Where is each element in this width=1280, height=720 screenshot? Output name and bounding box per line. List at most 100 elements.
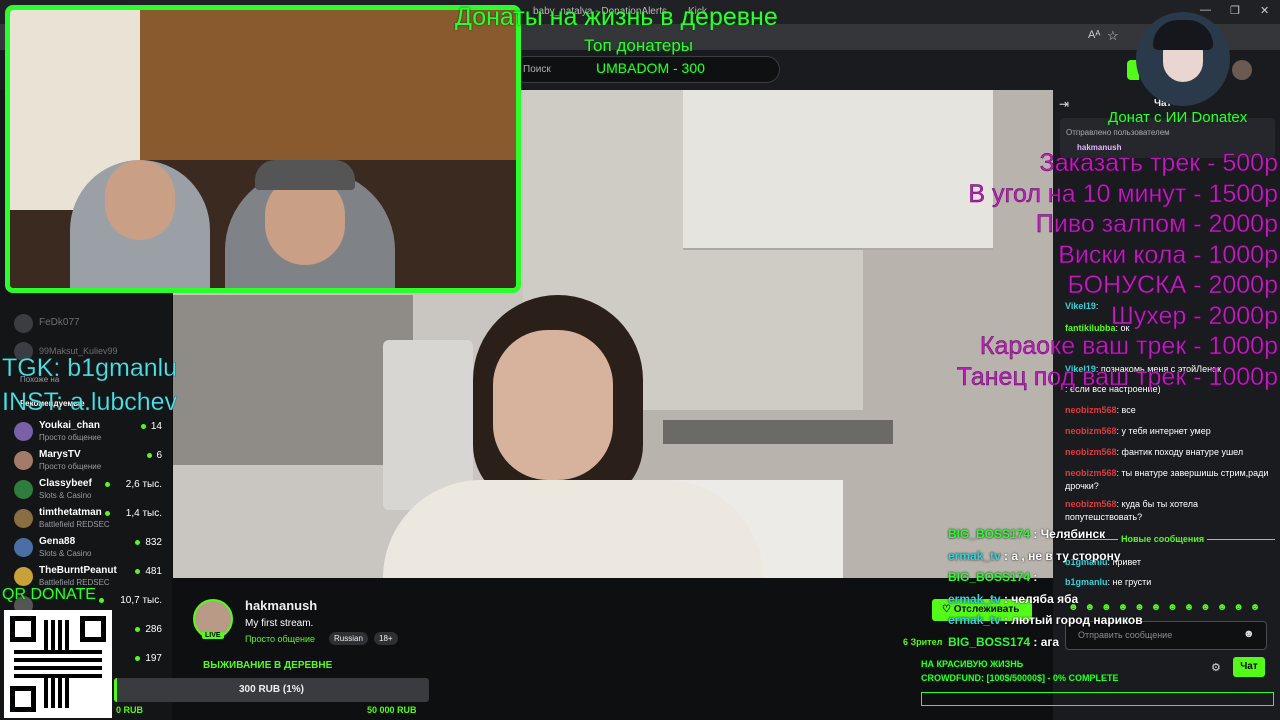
sidebar-viewer-count: 6 xyxy=(156,450,162,461)
banner-title: Донаты на жизнь в деревне xyxy=(455,3,778,31)
overlay-chat-user: BIG_BOSS174 xyxy=(948,570,1031,584)
viewer-count: 6 Зрител xyxy=(903,637,943,647)
crowdfund-title: НА КРАСИВУЮ ЖИЗНЬ xyxy=(921,659,1024,669)
send-chat-button[interactable]: Чат xyxy=(1233,657,1265,677)
sidebar-channel-category: Просто общение xyxy=(39,462,102,471)
overlay-chat-user: ermak_tv xyxy=(948,613,1001,627)
chat-username[interactable]: neobizm568 xyxy=(1065,499,1117,509)
price-menu-item: Караоке ваш трек - 1000р xyxy=(979,332,1278,360)
sidebar-channel-name: Youkai_chan xyxy=(39,420,100,431)
tag-language[interactable]: Russian xyxy=(329,632,368,645)
live-dot-icon xyxy=(99,598,104,603)
chat-message: neobizm568: куда бы ты хотела попутешств… xyxy=(1065,499,1198,522)
sidebar-viewer-count: 2,6 тыс. xyxy=(125,479,162,490)
price-menu-item: Заказать трек - 500р xyxy=(1039,149,1278,177)
overlay-chat-message: BIG_BOSS174 : Челябинск xyxy=(948,527,1106,541)
qr-label: QR DONATE xyxy=(2,586,96,603)
avatar xyxy=(14,509,33,528)
chat-username[interactable]: neobizm568 xyxy=(1065,468,1117,478)
live-dot-icon xyxy=(105,511,110,516)
goal-current: 300 RUB (1%) xyxy=(238,684,305,695)
live-dot-icon xyxy=(105,482,110,487)
overlay-chat-text: ага xyxy=(1040,634,1060,649)
window xyxy=(173,295,413,465)
webcam-overlay xyxy=(5,5,521,293)
sidebar-viewer-count: 832 xyxy=(145,537,162,548)
sidebar-channel-name: Classybeef xyxy=(39,478,92,489)
sidebar-viewer-count: 10,7 тыс. xyxy=(120,595,162,606)
overlay-chat-text: челяба ябa xyxy=(1011,591,1079,606)
star-icon[interactable]: ☆ xyxy=(1107,28,1119,44)
sidebar-channel-category: Просто общение xyxy=(39,433,102,442)
sidebar-channel-category: Battlefield REDSEC xyxy=(39,520,110,529)
crowdfund-status: CROWDFUND: [100$/50000$] - 0% COMPLETE xyxy=(921,673,1119,683)
live-dot-icon xyxy=(135,540,140,545)
goal-min: 0 RUB xyxy=(116,705,144,715)
price-menu-item: В угол на 10 минут - 1500р xyxy=(968,179,1278,208)
chat-message: neobizm568: все xyxy=(1065,405,1136,415)
qr-pattern xyxy=(14,650,102,678)
sidebar-channel-category: Slots & Casino xyxy=(39,491,92,500)
chat-message: b1gmanlu: не грусти xyxy=(1065,577,1152,587)
maximize-icon[interactable]: ❐ xyxy=(1230,4,1240,17)
chat-input-placeholder: Отправить сообщение xyxy=(1078,630,1173,640)
wooden-wall xyxy=(140,10,516,160)
qr-finder xyxy=(10,616,36,642)
person-left-face xyxy=(105,160,175,240)
gear-icon[interactable]: ⚙ xyxy=(1211,661,1221,674)
chat-username[interactable]: neobizm568 xyxy=(1065,405,1117,415)
sidebar-channel[interactable]: Classybeef Slots & Casino 2,6 тыс. xyxy=(0,476,172,504)
overlay-chat-message: ermak_tv : лютый город нариков xyxy=(948,613,1143,627)
close-icon[interactable]: ✕ xyxy=(1260,4,1269,17)
sidebar-viewer-count: 286 xyxy=(145,624,162,635)
price-menu-item: Танец под ваш трек - 1000р xyxy=(956,362,1279,391)
sidebar-channel-name: timthetatman xyxy=(39,507,102,518)
sidebar-viewer-count: 1,4 тыс. xyxy=(125,508,162,519)
sidebar-channel-name: TheBurntPeanut xyxy=(39,565,117,576)
collapse-chat-icon[interactable]: ⇥ xyxy=(1059,97,1069,111)
avatar xyxy=(14,451,33,470)
minimize-icon[interactable]: — xyxy=(1200,4,1211,16)
sidebar-channel-name: MarysTV xyxy=(39,449,81,460)
overlay-chat-user: ermak_tv xyxy=(948,548,1001,563)
chat-username[interactable]: Vikel19 xyxy=(1065,301,1096,311)
search-placeholder: Поиск xyxy=(523,64,551,75)
social-instagram: INST: a.lubchev xyxy=(2,388,178,416)
overlay-chat-message: BIG_BOSS174 : xyxy=(948,570,1038,584)
price-menu-item: Пиво залпом - 2000р xyxy=(1035,210,1279,238)
overlay-chat-text: а , не в ту сторону xyxy=(1011,548,1121,563)
live-dot-icon xyxy=(135,656,140,661)
overlay-chat-text: лютый город нариков xyxy=(1011,613,1143,627)
crowdfund-progress-bar xyxy=(921,692,1274,706)
top-donators-title: Топ донатеры xyxy=(584,36,694,55)
overlay-chat-text: Челябинск xyxy=(1040,527,1106,541)
chat-text: все xyxy=(1121,405,1136,415)
pinned-label: Отправлено пользователем xyxy=(1066,128,1170,137)
sidebar-channel[interactable]: MarysTV Просто общение 6 xyxy=(0,447,172,475)
qr-finder xyxy=(80,616,106,642)
chat-username[interactable]: neobizm568 xyxy=(1065,447,1117,457)
sidebar-faded-user[interactable]: FeDk077 xyxy=(39,317,80,328)
emoji-icon[interactable]: ☻ xyxy=(1243,628,1255,640)
person-face xyxy=(493,330,613,480)
ai-donate-label: Донат с ИИ Donatex xyxy=(1108,109,1248,126)
tag-age[interactable]: 18+ xyxy=(374,632,398,645)
stream-title: My first stream. xyxy=(245,618,314,629)
avatar xyxy=(14,480,33,499)
reader-icon[interactable]: Aᴬ xyxy=(1088,29,1100,41)
kitchen-cabinet xyxy=(683,90,993,250)
sidebar-channel[interactable]: Youkai_chan Просто общение 14 xyxy=(0,418,172,446)
overlay-chat-message: ermak_tv : челяба ябa xyxy=(948,591,1079,606)
overlay-chat-message: BIG_BOSS174 : ага xyxy=(948,634,1060,649)
overlay-chat-user: ermak_tv xyxy=(948,591,1001,606)
streamer-name[interactable]: hakmanush xyxy=(245,598,317,613)
live-dot-icon xyxy=(141,424,146,429)
sidebar-channel[interactable]: timthetatman Battlefield REDSEC 1,4 тыс. xyxy=(0,505,172,533)
social-telegram: TGK: b1gmanlu xyxy=(2,354,178,382)
user-avatar[interactable] xyxy=(1232,60,1252,80)
goal-max: 50 000 RUB xyxy=(367,705,417,715)
chat-username[interactable]: neobizm568 xyxy=(1065,426,1117,436)
sidebar-channel[interactable]: Gena88 Slots & Casino 832 xyxy=(0,534,172,562)
stream-category[interactable]: Просто общение xyxy=(245,634,315,644)
qr-code xyxy=(4,610,112,718)
